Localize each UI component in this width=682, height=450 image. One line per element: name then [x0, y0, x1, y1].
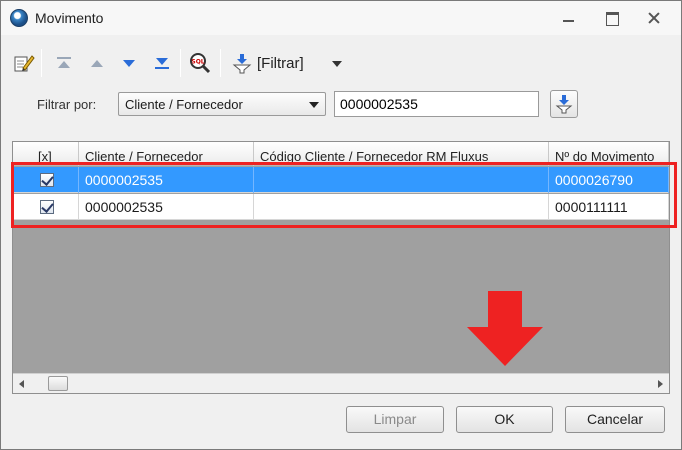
- toolbar: SQL [Filtrar]: [10, 47, 670, 81]
- cancel-button[interactable]: Cancelar: [565, 406, 665, 433]
- cell-cliente: 0000002535: [79, 167, 254, 193]
- filter-value-input[interactable]: [335, 92, 538, 116]
- window-title: Movimento: [35, 10, 104, 26]
- grid-header: [x] Cliente / Fornecedor Código Cliente …: [13, 142, 669, 166]
- column-header-cliente[interactable]: Cliente / Fornecedor: [79, 142, 254, 166]
- filter-field-value: Cliente / Fornecedor: [125, 97, 243, 112]
- toolbar-separator: [41, 49, 42, 77]
- edit-icon[interactable]: [12, 51, 36, 75]
- filter-icon[interactable]: [230, 51, 254, 75]
- app-icon: [10, 9, 28, 27]
- cell-cliente: 0000002535: [79, 194, 254, 220]
- scroll-right-icon[interactable]: [658, 380, 663, 388]
- column-header-codigo[interactable]: Código Cliente / Fornecedor RM Fluxus: [254, 142, 549, 166]
- filter-field-select[interactable]: Cliente / Fornecedor: [118, 92, 326, 116]
- scrollbar-thumb[interactable]: [48, 376, 68, 391]
- row-checkbox-cell[interactable]: [13, 167, 79, 193]
- filter-by-label: Filtrar por:: [37, 97, 97, 112]
- cell-codigo: [254, 167, 549, 193]
- cell-movimento: 0000026790: [549, 167, 669, 193]
- sql-search-icon[interactable]: SQL: [188, 51, 212, 75]
- filter-icon: [555, 95, 573, 114]
- filter-value-field[interactable]: [334, 91, 539, 117]
- column-header-movimento[interactable]: Nº do Movimento: [549, 142, 669, 166]
- cell-codigo: [254, 194, 549, 220]
- previous-record-icon[interactable]: [85, 51, 109, 75]
- apply-filter-button[interactable]: [550, 90, 578, 118]
- table-row[interactable]: 0000002535 0000111111: [13, 194, 669, 220]
- svg-text:SQL: SQL: [191, 59, 204, 66]
- row-checkbox[interactable]: [40, 173, 54, 187]
- title-bar: Movimento: [1, 1, 681, 35]
- first-record-icon[interactable]: [52, 51, 76, 75]
- row-checkbox[interactable]: [40, 200, 54, 214]
- ok-button[interactable]: OK: [456, 406, 553, 433]
- minimize-icon[interactable]: [559, 9, 579, 27]
- chevron-down-icon: [309, 102, 319, 108]
- last-record-icon[interactable]: [150, 51, 174, 75]
- scroll-left-icon[interactable]: [19, 380, 24, 388]
- next-record-icon[interactable]: [117, 51, 141, 75]
- toolbar-separator: [220, 49, 221, 77]
- filter-menu-label[interactable]: [Filtrar]: [257, 55, 304, 72]
- cell-movimento: 0000111111: [549, 194, 669, 220]
- results-grid: [x] Cliente / Fornecedor Código Cliente …: [12, 141, 670, 394]
- dropdown-arrow-icon[interactable]: [332, 61, 342, 67]
- table-row[interactable]: 0000002535 0000026790: [13, 167, 669, 193]
- movimento-dialog: Movimento SQL [Filtrar] Filtrar por: Cli…: [0, 0, 682, 450]
- toolbar-separator: [180, 49, 181, 77]
- horizontal-scrollbar[interactable]: [13, 373, 669, 393]
- maximize-icon[interactable]: [602, 9, 622, 27]
- red-down-arrow-icon: [467, 291, 543, 366]
- clear-button[interactable]: Limpar: [346, 406, 444, 433]
- close-icon[interactable]: [644, 9, 664, 27]
- column-header-select[interactable]: [x]: [13, 142, 79, 166]
- row-checkbox-cell[interactable]: [13, 194, 79, 220]
